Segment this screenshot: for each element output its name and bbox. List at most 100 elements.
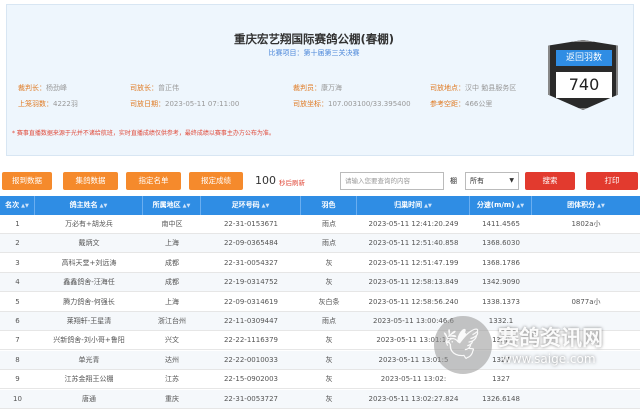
ring-cell: 22-31-0054327 [223, 258, 279, 267]
region-cell: 重庆 [165, 394, 179, 403]
owner-cell: 戴炳文 [78, 239, 100, 248]
owner-cell: 高科天堂+刘远涛 [61, 258, 117, 267]
owner-cell: 腾力鸽舍-何强长 [63, 297, 115, 306]
designated-results-button[interactable]: 报定成绩 [189, 172, 243, 190]
collection-data-button[interactable]: 集鸽数据 [63, 172, 118, 190]
team-score-cell: 1802a小 [571, 220, 601, 228]
rank-cell: 6 [15, 317, 20, 325]
table-row: 3 高科天堂+刘远涛 成都 22-31-0054327 灰 2023-05-11 12:5… [0, 254, 640, 273]
rank-cell: 9 [15, 375, 20, 384]
results-table-header: 名次 ▲▼ 鸽主姓名 ▲▼ 所属地区 ▲▼ 足环号码 ▲▼ 羽色 归巢时间 ▲▼ 分速(m… [0, 196, 640, 215]
refresh-countdown: 100 [255, 174, 276, 187]
arrival-cell: 2023-05-11 13:02:27.824 [368, 394, 459, 403]
watermark-url: www.saige.com [502, 352, 596, 366]
table-row: 2 戴炳文 上海 22-09-0365484 雨点 2023-05-11 12:51:40… [0, 234, 640, 254]
designated-list-button[interactable]: 指定名单 [126, 172, 181, 190]
color-cell: 灰 [325, 375, 333, 384]
color-cell: 雨点 [322, 239, 336, 248]
sort-icon: ▲▼ [424, 203, 432, 209]
rank-cell: 1 [15, 220, 20, 228]
arrival-cell: 2023-05-11 12:58:13.849 [368, 278, 459, 287]
info-release-coords: 司放坐标：107.003100/33.395400 [293, 100, 411, 108]
col-team-score[interactable]: 团体积分 ▲▼ [532, 196, 640, 215]
col-rank[interactable]: 名次 ▲▼ [0, 196, 35, 215]
info-distance: 参考空距：466公里 [430, 100, 493, 108]
owner-cell: 唐通 [82, 394, 96, 403]
speed-cell: 1342.9090 [482, 278, 520, 287]
team-score-cell [532, 254, 640, 273]
team-score-cell: 0877a小 [571, 297, 601, 306]
rank-cell: 5 [15, 297, 20, 306]
col-arrival-time[interactable]: 归巢时间 ▲▼ [357, 196, 470, 215]
ring-cell: 22-09-0365484 [223, 239, 279, 248]
watermark: 🕊 赛鸽资讯网 www.saige.com [430, 310, 640, 390]
sort-icon: ▲▼ [261, 203, 270, 209]
search-button[interactable]: 搜索 [525, 172, 575, 190]
refresh-countdown-label: 秒后刷新 [279, 179, 305, 187]
team-score-cell [532, 390, 640, 409]
shed-select[interactable]: 所有 ▼ [465, 172, 519, 190]
info-basket-count: 上笼羽数：4222羽 [18, 100, 78, 108]
sort-icon: ▲▼ [597, 203, 605, 209]
team-score-cell [532, 273, 640, 292]
owner-cell: 兴新鸽舍-刘小哥+鲁阳 [53, 336, 125, 345]
table-row: 1 万必有+胡龙兵 南中区 22-31-0153671 雨点 2023-05-11 12:… [0, 215, 640, 234]
arrival-cell: 2023-05-11 12:51:47.199 [368, 258, 459, 267]
col-speed[interactable]: 分速(m/m) ▲▼ [470, 196, 532, 215]
region-cell: 达州 [165, 355, 179, 364]
rank-cell: 10 [13, 394, 22, 403]
team-score-cell [532, 234, 640, 253]
arrival-cell: 2023-05-11 12:41:20.249 [368, 220, 459, 228]
watermark-text: 赛鸽资讯网 [498, 326, 603, 350]
page-title: 重庆宏艺翔国际赛鸽公棚(春棚) [233, 32, 394, 46]
print-button[interactable]: 打印 [586, 172, 638, 190]
bird-icon: 🕊 [442, 327, 481, 362]
speed-cell: 1411.4565 [482, 220, 520, 228]
region-cell: 浙江台州 [158, 317, 186, 325]
col-color[interactable]: 羽色 [301, 196, 357, 215]
speed-cell: 1368.6030 [482, 239, 520, 248]
speed-cell: 1368.1786 [482, 258, 520, 267]
ring-cell: 22-22-1116379 [223, 336, 279, 345]
color-cell: 灰 [325, 336, 333, 345]
ring-cell: 22-15-0902003 [223, 375, 279, 384]
rank-cell: 4 [15, 278, 20, 287]
owner-cell: 江苏金翔王公棚 [64, 375, 114, 384]
color-cell: 灰 [325, 355, 333, 364]
color-cell: 雨点 [322, 317, 336, 325]
rank-cell: 7 [15, 336, 20, 345]
info-judge: 裁判员：康万海 [293, 84, 342, 92]
owner-cell: 单光青 [78, 355, 100, 364]
info-referee: 裁判长：杨劲峰 [18, 84, 67, 92]
info-release-chief: 司放长：曾正伟 [130, 84, 179, 92]
sort-icon: ▲▼ [182, 203, 191, 209]
search-input[interactable]: 请输入您要查询的内容 [340, 172, 444, 190]
col-region[interactable]: 所属地区 ▲▼ [143, 196, 201, 215]
returned-count-value: 740 [556, 72, 612, 98]
color-cell: 灰 [325, 278, 333, 287]
race-subtitle: 比赛项目：第十届第三关决赛 [268, 49, 360, 57]
table-row: 10 唐通 重庆 22-31-0053727 灰 2023-05-11 13:02:27.… [0, 389, 640, 409]
rank-cell: 8 [15, 355, 20, 364]
toolbar: 报到数据 集鸽数据 指定名单 报定成绩 100 秒后刷新 请输入您要查询的内容 … [0, 172, 640, 192]
rank-cell: 2 [15, 239, 20, 248]
arrival-cell: 2023-05-11 12:51:40.858 [368, 239, 459, 248]
owner-cell: 莱翔轩-王星清 [66, 317, 112, 325]
owner-cell: 万必有+胡龙兵 [65, 220, 113, 228]
returned-count-label: 返回羽数 [556, 50, 612, 66]
owner-cell: 鑫鑫鸽舍-汪海任 [63, 278, 115, 287]
ring-cell: 22-19-0314752 [223, 278, 279, 287]
info-release-date: 司放日期：2023-05-11 07:11:00 [130, 100, 240, 108]
info-release-location: 司放地点：汉中 勉县服务区 [430, 84, 517, 92]
col-ring-number[interactable]: 足环号码 ▲▼ [201, 196, 301, 215]
col-owner[interactable]: 鸽主姓名 ▲▼ [35, 196, 143, 215]
region-cell: 江苏 [165, 375, 179, 384]
report-data-button[interactable]: 报到数据 [2, 172, 52, 190]
arrival-cell: 2023-05-11 12:58:56.240 [368, 297, 459, 306]
disclaimer-notice: * 赛事直播数据来源于光并不诸给航班，实时直播成绩仅供参考，最终成绩以赛事主办方… [12, 130, 275, 137]
ring-cell: 22-31-0153671 [223, 220, 279, 228]
color-cell: 灰白条 [318, 297, 340, 306]
region-cell: 上海 [165, 239, 179, 248]
region-cell: 成都 [165, 278, 179, 287]
color-cell: 雨点 [322, 220, 336, 228]
